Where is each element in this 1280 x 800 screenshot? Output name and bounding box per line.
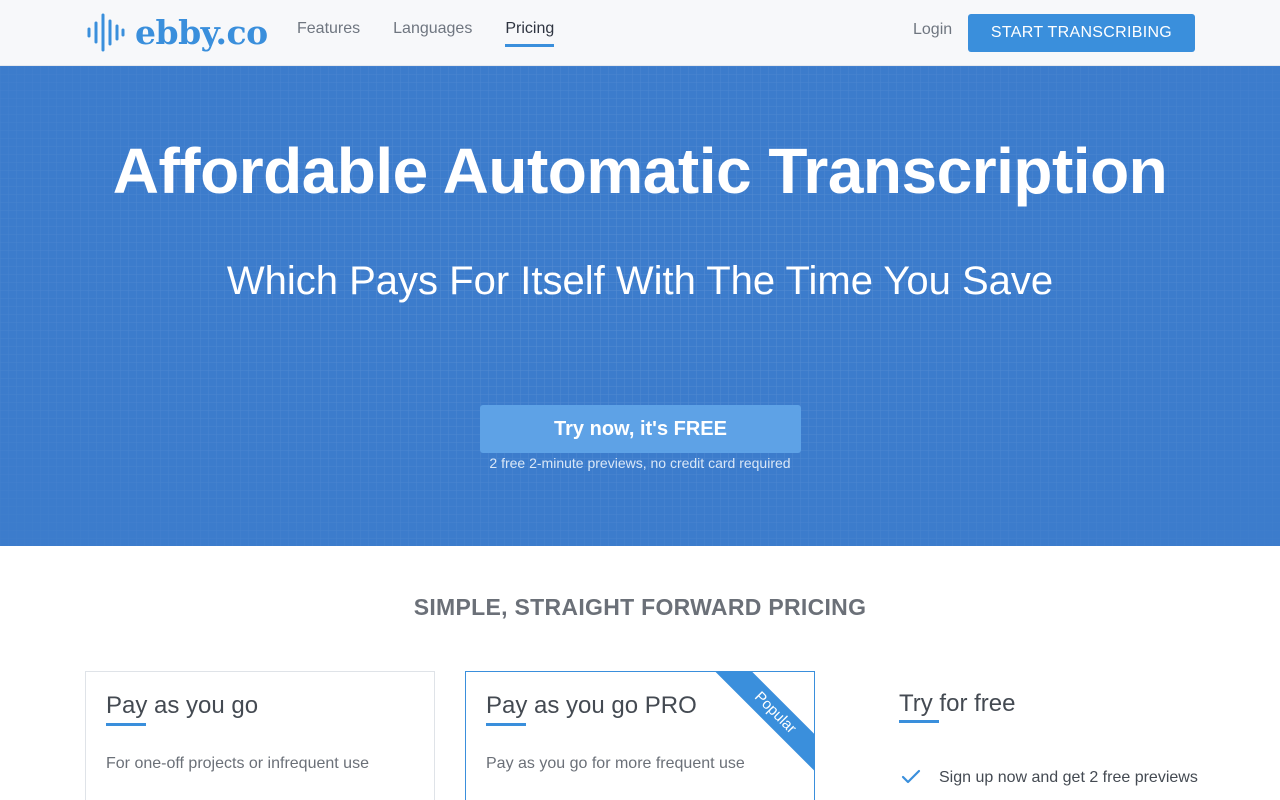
- logo-text: ebby.co: [135, 12, 268, 52]
- title-underline: [106, 723, 146, 726]
- logo[interactable]: ebby.co: [86, 12, 268, 52]
- hero-title: Affordable Automatic Transcription: [112, 135, 1168, 207]
- nav-pricing[interactable]: Pricing: [505, 20, 555, 47]
- title-underline: [486, 723, 526, 726]
- main-nav: Features Languages Pricing: [297, 20, 587, 47]
- site-header: ebby.co Features Languages Pricing Login…: [0, 0, 1280, 66]
- login-link[interactable]: Login: [913, 21, 952, 39]
- free-title: Try for free: [899, 690, 1016, 717]
- free-feature-item: Sign up now and get 2 free previews: [939, 769, 1198, 786]
- check-icon: [901, 769, 921, 784]
- pricing-heading: SIMPLE, STRAIGHT FORWARD PRICING: [413, 594, 867, 620]
- hero-section: Affordable Automatic Transcription Which…: [0, 66, 1280, 546]
- nav-features[interactable]: Features: [297, 20, 360, 47]
- plan-title: Pay as you go PRO: [486, 692, 697, 719]
- plan-description: For one-off projects or infrequent use: [106, 755, 369, 772]
- plan-description: Pay as you go for more frequent use: [486, 755, 745, 772]
- hero-subtitle: Which Pays For Itself With The Time You …: [226, 259, 1054, 303]
- try-free-button[interactable]: Try now, it's FREE: [480, 405, 801, 453]
- plan-title: Pay as you go: [106, 692, 259, 719]
- hero-note: 2 free 2-minute previews, no credit card…: [489, 455, 791, 471]
- soundwave-icon: [87, 13, 125, 52]
- plan-card-pay-as-you-go-pro: Pay as you go PRO Pay as you go for more…: [465, 671, 815, 800]
- nav-languages[interactable]: Languages: [393, 20, 472, 47]
- plan-card-pay-as-you-go: Pay as you go For one-off projects or in…: [85, 671, 435, 800]
- title-underline: [899, 720, 939, 723]
- start-transcribing-button[interactable]: START TRANSCRIBING: [968, 14, 1195, 52]
